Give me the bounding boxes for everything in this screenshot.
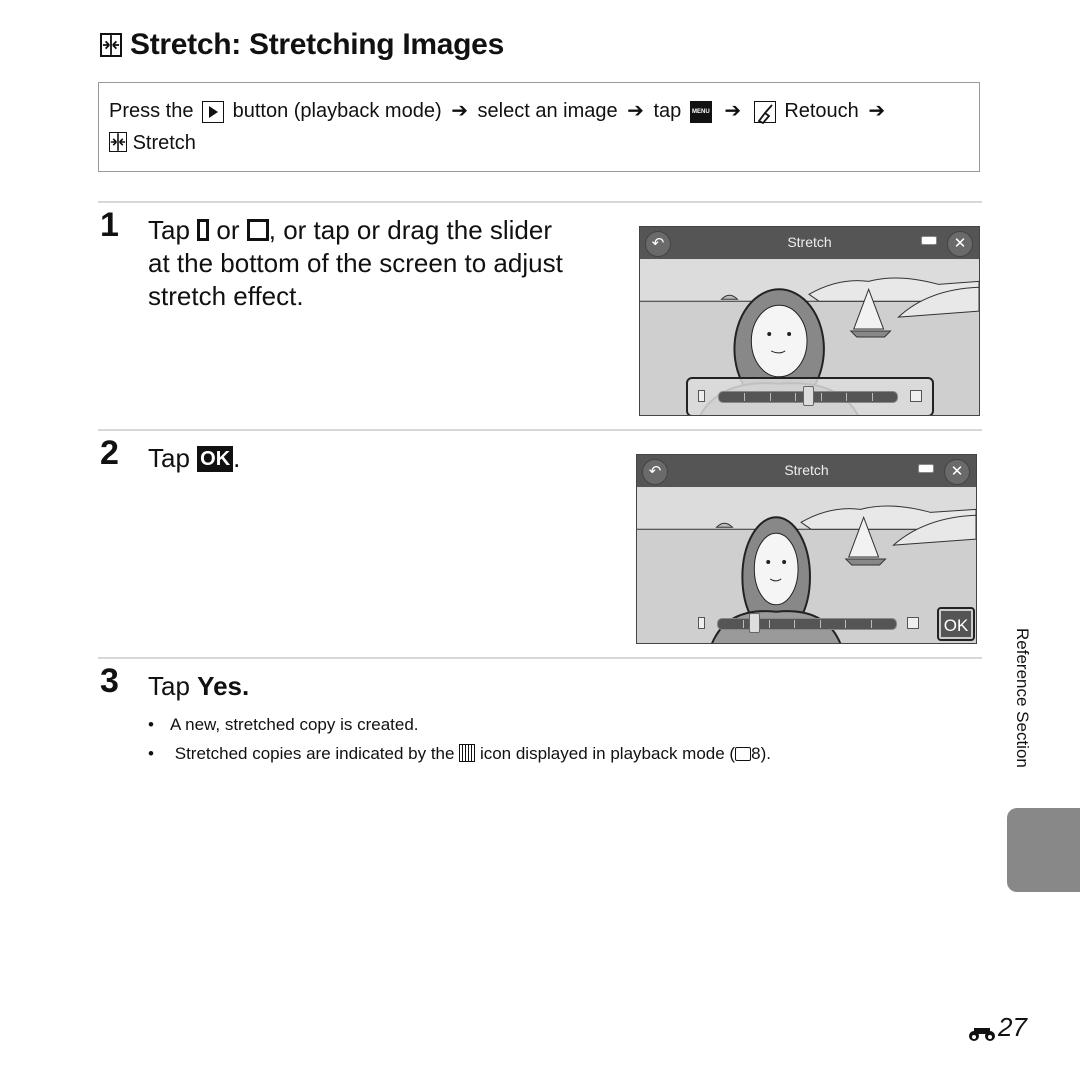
slider-segment-divider [768,620,770,628]
screen-header: ↶ Stretch ✕ [637,455,976,487]
step-2-text: Tap OK. [148,442,240,475]
page-reference-link[interactable]: 8 [751,744,760,763]
slider-segment-divider [819,620,821,628]
stretch-slider-frame [686,377,934,415]
instruction-text: button (playback mode) [232,100,442,122]
close-icon[interactable]: ✕ [947,231,973,257]
menu-icon: MENU [689,100,712,123]
ok-button[interactable]: OK [937,607,975,641]
arrow-icon: ➔ [451,100,468,122]
bullet-item: A new, stretched copy is created. [148,710,771,739]
stretch-icon [109,132,127,152]
battery-icon [918,464,934,473]
arrow-icon: ➔ [868,100,886,122]
instruction-text: tap [653,100,682,122]
narrow-icon[interactable] [698,617,705,629]
wide-icon [246,219,269,241]
slider-segment-divider [795,393,797,401]
stretch-slider-track[interactable] [717,618,897,630]
divider [98,657,982,659]
wide-icon[interactable] [910,390,922,402]
retouch-label: Retouch [784,100,859,122]
step-number: 2 [100,434,119,472]
page-title: Stretch: Stretching Images [100,28,504,62]
bullet-text: A new, stretched copy is created. [170,715,419,734]
reference-section-icon [968,1019,996,1041]
stretch-label: Stretch [132,132,196,154]
step-1-text: Tap or , or tap or drag the slider at th… [148,214,563,313]
step-text: stretch effect. [148,281,304,311]
page-number-text: 27 [998,1012,1027,1042]
arrow-icon: ➔ [724,100,742,122]
slider-segment-divider [871,393,873,401]
step-text: at the bottom of the screen to adjust [148,248,563,278]
screen-header: ↶ Stretch ✕ [640,227,979,259]
page-number: 27 [968,1012,1027,1043]
divider [98,429,982,431]
battery-icon [921,236,937,245]
step-number: 3 [100,662,119,700]
slider-segment-divider [845,620,847,628]
camera-screen-1: ↶ Stretch ✕ [639,226,980,416]
step-3-notes: A new, stretched copy is created. Stretc… [148,710,771,768]
step-text: , or tap or drag the slider [268,215,553,245]
bullet-item: Stretched copies are indicated by the ic… [148,739,771,768]
close-icon[interactable]: ✕ [944,459,970,485]
slider-segment-divider [794,620,796,628]
step-number: 1 [100,206,119,244]
slider-segment-divider [769,393,771,401]
yes-label: Yes [197,671,242,701]
divider [98,201,982,203]
slider-segment-divider [744,393,746,401]
narrow-icon[interactable] [698,390,705,402]
stretch-slider-thumb[interactable] [748,613,760,633]
step-text: Tap [148,671,190,701]
step-text: . [241,671,250,701]
navigation-instructions-box: Press the button (playback mode) ➔ selec… [98,82,980,172]
bullet-text: Stretched copies are indicated by the [174,744,455,763]
step-text: . [233,443,241,473]
step-3-text: Tap Yes. [148,670,249,703]
section-tab-label: Reference Section [1013,628,1032,768]
step-text: Tap [148,215,190,245]
slider-segment-divider [820,393,822,401]
stretch-icon [100,33,122,57]
stretched-copy-icon [459,744,476,762]
step-text: Tap [148,443,190,473]
title-text: Stretch: Stretching Images [130,28,504,61]
narrow-icon [197,219,210,241]
retouch-icon [753,100,776,124]
slider-segment-divider [846,393,848,401]
section-tab[interactable] [1007,808,1080,892]
arrow-icon: ➔ [627,100,644,122]
instruction-text: select an image [477,100,618,122]
playback-button-icon [202,100,225,123]
slider-segment-divider [743,620,745,628]
step-text: or [216,215,240,245]
book-reference-icon [735,747,752,761]
bullet-text: icon displayed in playback mode ( [479,744,736,763]
bullet-text: ). [760,744,771,763]
instruction-text: Press the [109,100,194,122]
wide-icon[interactable] [907,617,919,629]
camera-screen-2: ↶ Stretch ✕ OK [636,454,977,644]
ok-icon: OK [197,446,234,472]
slider-segment-divider [870,620,872,628]
stretch-slider-thumb[interactable] [803,386,814,406]
